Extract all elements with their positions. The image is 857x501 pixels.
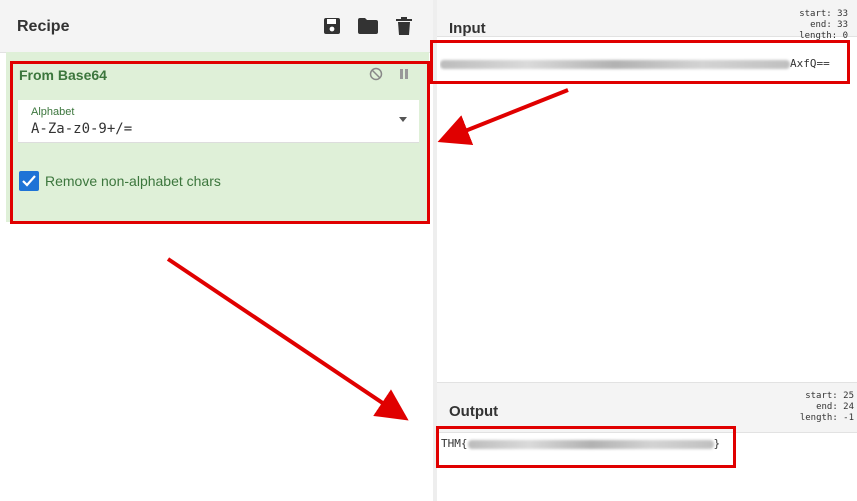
redacted-output	[467, 439, 714, 449]
save-icon[interactable]	[321, 15, 343, 37]
alphabet-select[interactable]: Alphabet A-Za-z0-9+/=	[18, 100, 419, 143]
trash-icon[interactable]	[393, 15, 415, 37]
folder-icon[interactable]	[357, 15, 379, 37]
output-header: Output start: 25 end: 24 length: -1	[437, 382, 857, 433]
disable-icon[interactable]	[368, 66, 384, 82]
recipe-pane: Recipe From Base64 Alphabet A-Za-z0-9+/=…	[0, 0, 433, 501]
alphabet-value: A-Za-z0-9+/=	[31, 121, 133, 137]
input-stats: start: 33 end: 33 length: 0	[799, 9, 848, 42]
recipe-title: Recipe	[17, 18, 70, 35]
input-header: Input start: 33 end: 33 length: 0	[437, 0, 857, 41]
alphabet-label: Alphabet	[31, 106, 75, 118]
arrow-input-to-operation	[437, 88, 569, 145]
redacted-input	[440, 59, 790, 69]
remove-non-alphabet-label: Remove non-alphabet chars	[45, 173, 221, 189]
input-text-suffix: AxfQ==	[790, 57, 830, 70]
output-textarea[interactable]: THM{}	[441, 437, 720, 450]
output-text-suffix: }	[713, 437, 721, 450]
output-text-prefix: THM{	[441, 437, 468, 450]
output-stat-length: length: -1	[799, 413, 854, 423]
input-stat-start: start: 33	[799, 9, 848, 19]
input-textarea[interactable]: AxfQ==	[440, 57, 840, 73]
operation-title: From Base64	[19, 67, 107, 83]
output-stats: start: 25 end: 24 length: -1	[800, 391, 854, 424]
remove-non-alphabet-checkbox[interactable]	[19, 171, 39, 191]
output-stat-start: start: 25	[805, 391, 854, 401]
pause-icon[interactable]	[396, 66, 412, 82]
output-stat-end: end: 24	[816, 402, 854, 412]
chevron-down-icon[interactable]	[399, 117, 407, 122]
recipe-header: Recipe	[0, 0, 433, 53]
input-stat-end: end: 33	[810, 20, 848, 30]
input-title: Input	[449, 20, 486, 37]
output-title: Output	[449, 403, 499, 420]
input-stat-length: length: 0	[799, 31, 848, 41]
